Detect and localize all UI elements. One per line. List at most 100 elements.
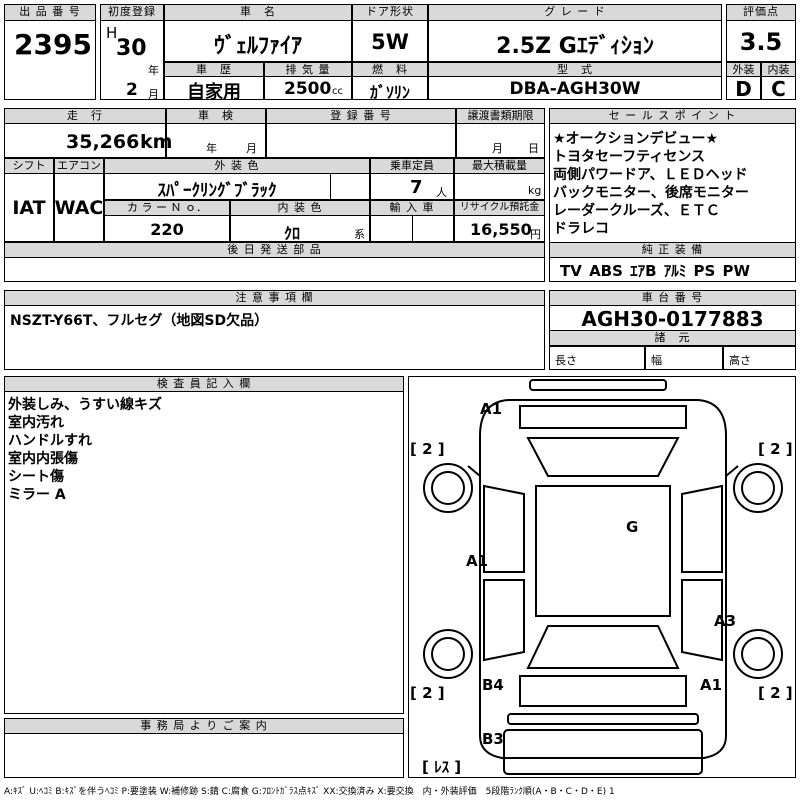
later-parts-label: 後 日 発 送 部 品 [4,242,545,258]
int-color-label: 内 装 色 [230,200,370,216]
left-mirror [467,465,481,477]
inspector-line: 外装しみ、うすい線キズ [8,397,162,413]
spec-label: 諸 元 [549,330,796,346]
inspector-label: 検 査 員 記 入 欄 [4,376,404,392]
notes-text: NSZT-Y66T、フルセグ（地図SD欠品） [10,313,269,329]
ac-value: WAC [54,197,104,219]
sales-label: セ ー ル ス ポ イ ン ト [549,108,796,124]
sales-line: レーダークルーズ、ＥＴＣ [553,203,720,219]
mileage-label: 走 行 [4,108,166,124]
legend: A:ｷｽﾞ U:ﾍｺﾐ B:ｷｽﾞを伴うﾍｺﾐ P:要塗装 W:補修跡 S:錆 … [4,787,615,797]
inspection-month-unit: 月 [246,142,257,155]
month-unit: 月 [148,88,159,101]
score-value: 3.5 [739,28,783,56]
chassis-number: AGH30-0177883 [581,307,764,331]
fuel-value: ｶﾞｿﾘﾝ [369,83,410,102]
inspector-line: ミラー A [8,487,66,503]
history-value: 自家用 [187,82,241,103]
exterior-label: 外装 [726,62,761,77]
color-no-label: カ ラ ー Ｎ ｏ． [104,200,230,216]
interior-value: C [771,77,786,101]
equip-label: 純 正 装 備 [549,242,796,258]
rear-panel [519,675,687,707]
capacity-value: 7 [410,177,423,198]
left-front-door [483,484,525,573]
left-rear-door [483,579,525,662]
sales-line: ドラレコ [553,221,609,237]
mileage-value: 35,266 [66,131,140,153]
inspector-line: 室内内張傷 [8,451,78,467]
displacement-label: 排 気 量 [264,62,352,77]
sales-line: トヨタセーフティセンス [553,149,706,165]
shift-value: IAT [12,197,46,219]
front-bumper [529,379,667,391]
wheel-left-front-inner [431,471,465,505]
car-name: ｳﾞｪﾙﾌｧｲｱ [213,34,302,59]
damage-mark: B3 [482,730,504,748]
exterior-value: D [735,77,752,101]
inspector-box [4,376,404,714]
interior-label: 内装 [761,62,796,77]
damage-mark: A1 [466,552,488,570]
height-label: 高さ [729,354,751,367]
recycle-value: 16,550 [470,220,532,239]
model-value: DBA-AGH30W [509,79,641,99]
transfer-label: 譲渡書類期限 [456,108,545,124]
first-reg-label: 初度登録 [100,4,164,21]
int-color-value: ｸﾛ [284,224,301,243]
inspector-line: ハンドルすれ [8,433,92,449]
damage-mark: [ 2 ] [758,684,793,702]
color-no-value: 220 [150,220,184,239]
sales-line: バックモニター、後席モニター [553,185,749,201]
reg-no-label: 登 録 番 号 [266,108,456,124]
damage-mark: [ 2 ] [410,684,445,702]
damage-mark: [ 2 ] [758,440,793,458]
model-label: 型 式 [428,62,722,77]
wheel-left-rear-inner [431,637,465,671]
color-label: 外 装 色 [104,158,370,174]
import-divider [412,216,454,242]
year-unit: 年 [148,64,159,77]
shift-label: シフト [4,158,54,174]
inspection-label: 車 検 [166,108,266,124]
sales-line: 両側パワードア、ＬＥＤヘッド [553,167,748,183]
width-label: 幅 [651,354,662,367]
roof [535,485,671,617]
grade-value: 2.5Z Gｴﾃﾞｨｼｮﾝ [496,34,654,59]
import-label: 輸 入 車 [370,200,454,216]
car-name-label: 車 名 [164,4,352,21]
damage-mark: A1 [480,400,502,418]
damage-mark: B4 [482,676,504,694]
grade-label: グ レ ー ド [428,4,722,21]
damage-mark: A3 [714,612,736,630]
windshield [526,437,680,477]
right-mirror [725,465,739,477]
damage-mark: [ 2 ] [410,440,445,458]
chassis-label: 車 台 番 号 [549,290,796,306]
wheel-right-front-inner [741,471,775,505]
inspection-year-unit: 年 [206,142,217,155]
fuel-label: 燃 料 [352,62,428,77]
reg-year: 30 [116,36,147,61]
rear-glass [526,625,680,669]
door-label: ドア形状 [352,4,428,21]
load-label: 最大積載量 [454,158,545,174]
notes-label: 注 意 事 項 欄 [4,290,545,306]
displacement-unit: cc [332,86,343,97]
sales-line: ★オークションデビュー★ [553,131,719,147]
damage-mark: G [626,518,638,536]
recycle-unit: 円 [530,228,541,241]
damage-mark: A1 [700,676,722,694]
front-panel [519,405,687,429]
reg-month: 2 [126,80,138,100]
ac-label: エアコン [54,158,104,174]
history-label: 車 歴 [164,62,264,77]
lot-number: 2395 [14,28,92,61]
tailgate [503,729,703,775]
recycle-label: リサイクル預託金 [454,200,545,216]
color-divider [330,174,370,200]
rear-bumper [507,713,699,725]
capacity-unit: 人 [436,186,447,199]
color-value: ｽﾊﾟｰｸﾘﾝｸﾞﾌﾞﾗｯｸ [157,181,277,201]
lot-label: 出 品 番 号 [4,4,96,21]
